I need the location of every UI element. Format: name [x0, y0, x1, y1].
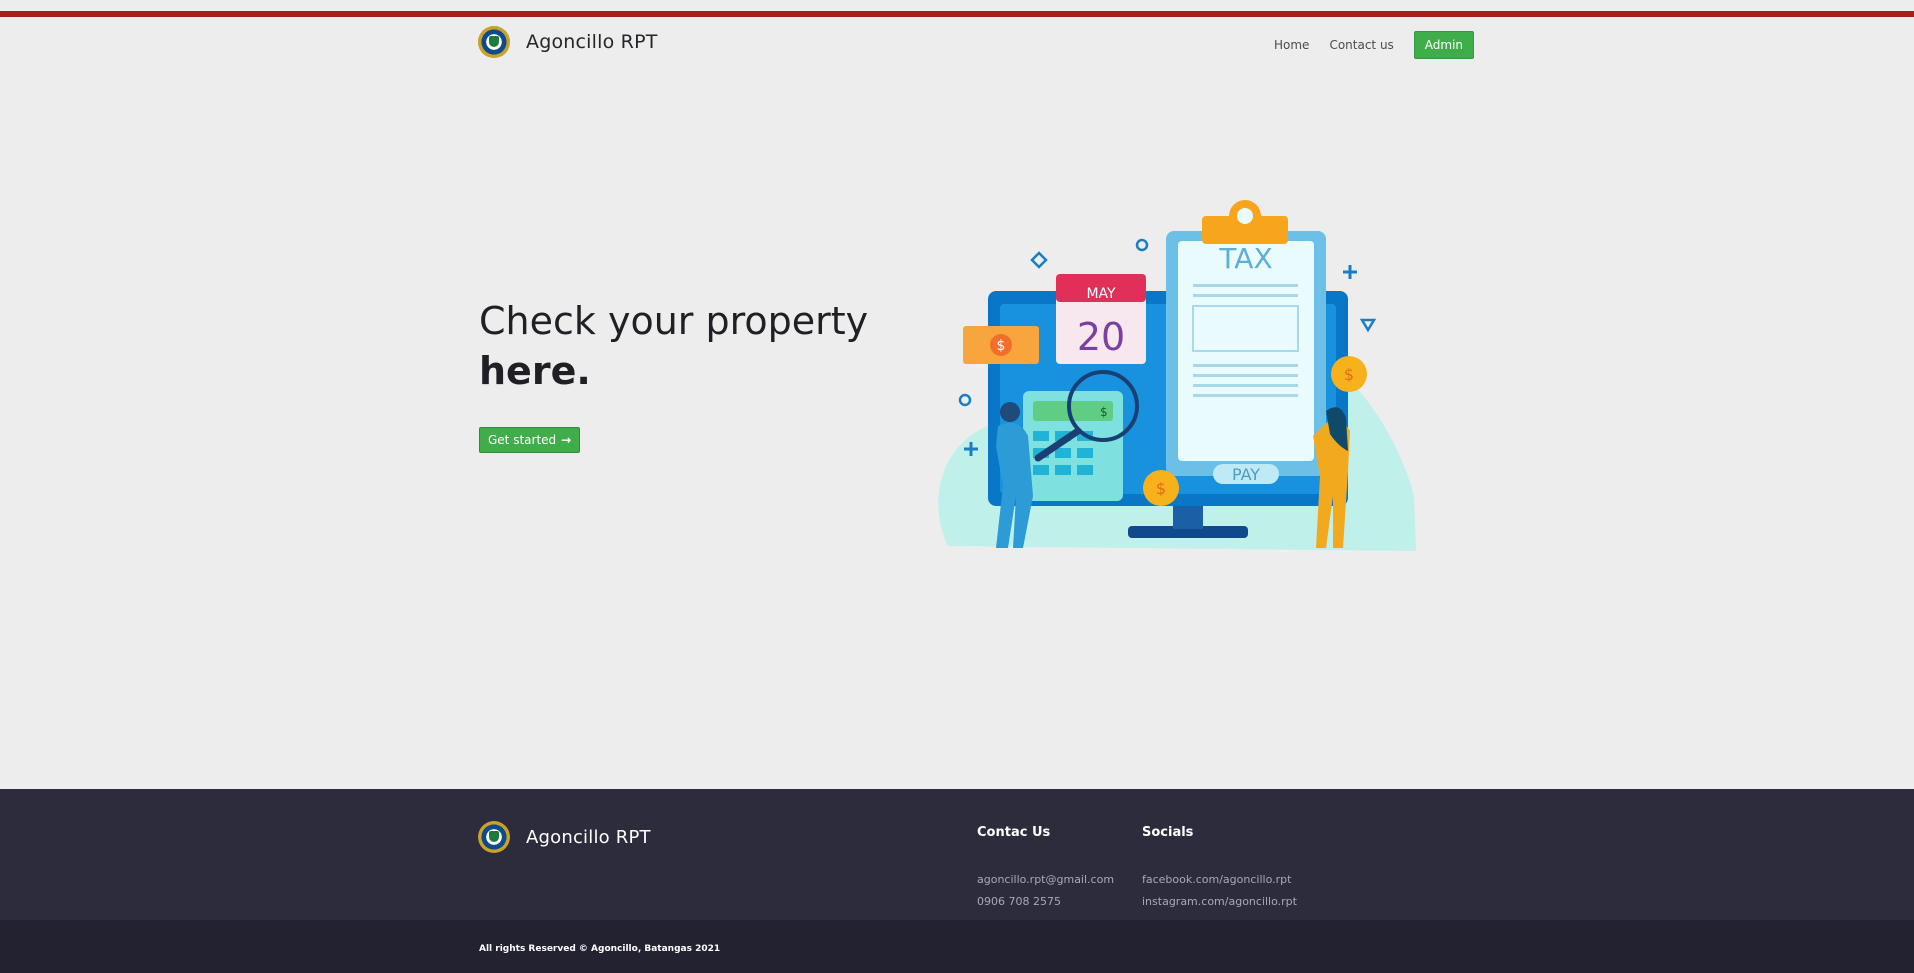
brand-name: Agoncillo RPT [526, 31, 658, 53]
banknote-dollar: $ [997, 338, 1006, 354]
doc-line [1193, 294, 1298, 297]
nav-links: Home Contact us Admin [1274, 31, 1475, 59]
calculator-key [1077, 465, 1093, 475]
calculator-key [1033, 465, 1049, 475]
navbar: Agoncillo RPT Home Contact us Admin [0, 17, 1914, 67]
footer-facebook-link[interactable]: facebook.com/agoncillo.rpt [1142, 869, 1297, 891]
doc-line [1193, 384, 1298, 387]
arrow-right-icon: → [561, 433, 572, 447]
calculator-key [1033, 431, 1049, 441]
calendar-day: 20 [1077, 315, 1125, 359]
hero-title-line1: Check your property [479, 299, 869, 343]
calculator-dollar: $ [1100, 405, 1108, 419]
get-started-label: Get started [488, 433, 557, 447]
doc-line [1193, 394, 1298, 397]
clipboard-ring-hole [1237, 208, 1253, 224]
diamond-decoration [1030, 251, 1048, 269]
hero-text: Check your property here. [479, 296, 868, 396]
footer: Agoncillo RPT Contac Us agoncillo.rpt@gm… [0, 789, 1914, 920]
footer-contact-heading: Contac Us [977, 825, 1051, 840]
municipal-seal-icon [478, 821, 510, 853]
circle-decoration [958, 393, 972, 407]
admin-button[interactable]: Admin [1413, 31, 1475, 59]
doc-line [1193, 364, 1298, 367]
nav-contact-link[interactable]: Contact us [1329, 38, 1393, 52]
nav-home-link[interactable]: Home [1274, 38, 1309, 52]
footer-contact: Contac Us agoncillo.rpt@gmail.com 0906 7… [977, 825, 1114, 913]
coin-right-dollar: $ [1344, 365, 1354, 384]
doc-line [1193, 374, 1298, 377]
tax-title: TAX [1218, 242, 1272, 275]
doc-line [1193, 284, 1298, 287]
circle-decoration [1135, 238, 1149, 252]
get-started-button[interactable]: Get started → [479, 427, 581, 453]
tax-payment-illustration: $ MAY 20 TAX PAY $ $ $ [938, 200, 1416, 551]
man-head [1000, 402, 1020, 422]
footer-phone: 0906 708 2575 [977, 895, 1061, 908]
page: Agoncillo RPT Home Contact us Admin Chec… [0, 0, 1914, 973]
calculator-key [1077, 448, 1093, 458]
footer-socials-heading: Socials [1142, 825, 1194, 840]
calendar-month: MAY [1086, 286, 1116, 302]
municipal-seal-icon [478, 26, 510, 58]
hero-title-period: . [576, 349, 591, 393]
calculator-key [1055, 465, 1071, 475]
footer-socials: Socials facebook.com/agoncillo.rpt insta… [1142, 825, 1297, 913]
copyright-bar: All rights Reserved © Agoncillo, Batanga… [0, 920, 1914, 973]
footer-brand-name: Agoncillo RPT [526, 826, 651, 848]
footer-instagram-link[interactable]: instagram.com/agoncillo.rpt [1142, 891, 1297, 913]
coin-bottom-dollar: $ [1156, 479, 1166, 498]
pay-label: PAY [1232, 465, 1260, 484]
brand[interactable]: Agoncillo RPT [478, 26, 658, 58]
hero-title-line2: here [479, 349, 577, 393]
hero-title: Check your property here. [479, 296, 868, 396]
plus-decoration [1343, 265, 1357, 279]
triangle-decoration [1359, 318, 1377, 333]
footer-email-link[interactable]: agoncillo.rpt@gmail.com [977, 869, 1114, 891]
copyright-text: All rights Reserved © Agoncillo, Batanga… [479, 944, 721, 954]
footer-brand[interactable]: Agoncillo RPT [478, 821, 651, 853]
calculator-key [1055, 448, 1071, 458]
